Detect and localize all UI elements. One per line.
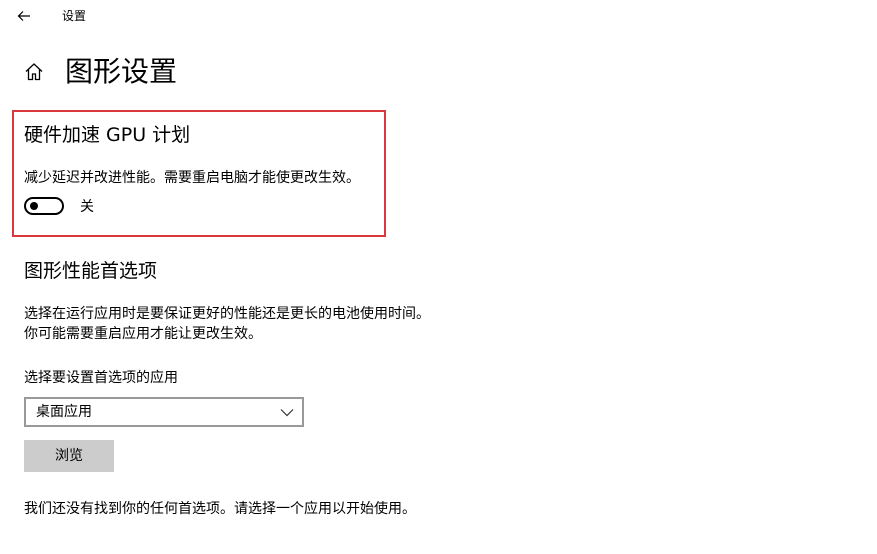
back-arrow-icon [17,11,30,21]
browse-button[interactable]: 浏览 [24,440,114,472]
empty-preferences-message: 我们还没有找到你的任何首选项。请选择一个应用以开始使用。 [24,501,416,517]
gpu-scheduling-toggle[interactable] [24,197,64,215]
app-select-label: 选择要设置首选项的应用 [24,370,178,386]
graphics-preference-title: 图形性能首选项 [24,260,158,282]
app-type-select-value: 桌面应用 [36,404,92,420]
graphics-preference-description-line1: 选择在运行应用时是要保证更好的性能还是更长的电池使用时间。 [24,306,430,322]
home-icon [25,63,43,81]
graphics-preference-description-line2: 你可能需要重启应用才能让更改生效。 [24,326,262,342]
gpu-scheduling-description: 减少延迟并改进性能。需要重启电脑才能使更改生效。 [24,170,360,186]
chevron-down-icon [280,409,294,417]
page-title: 图形设置 [65,55,178,88]
gpu-scheduling-title: 硬件加速 GPU 计划 [24,124,191,146]
app-title: 设置 [62,9,87,23]
toggle-knob [30,202,38,210]
toggle-state-label: 关 [80,199,94,215]
back-button[interactable] [10,4,38,28]
home-button[interactable] [22,60,46,84]
app-type-select[interactable]: 桌面应用 [24,397,304,427]
title-bar: 设置 [0,0,877,32]
